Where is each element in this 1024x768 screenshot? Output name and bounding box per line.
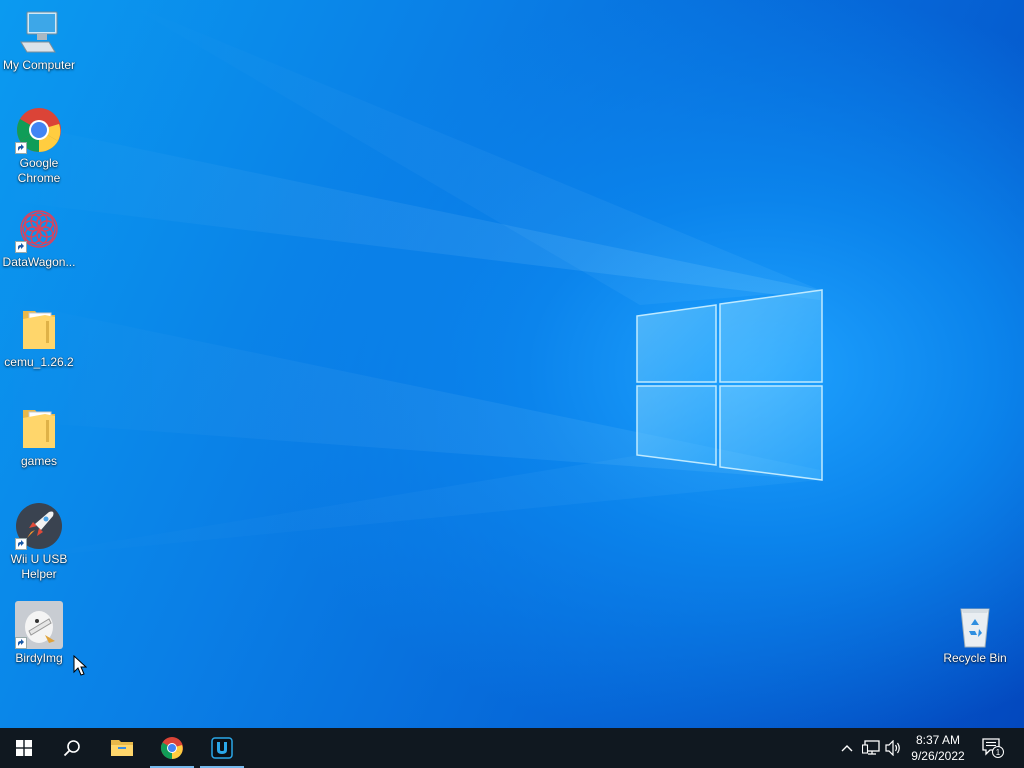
desktop-icon-games-folder[interactable]: games [0, 404, 78, 469]
rocket-icon [15, 502, 63, 550]
clock-date: 9/26/2022 [911, 749, 965, 763]
notification-count: 1 [996, 748, 1001, 757]
desktop-icon-birdyimg[interactable]: BirdyImg [0, 601, 78, 666]
folder-icon [111, 740, 133, 756]
datawagon-icon [15, 205, 63, 253]
desktop-icon-label: Recycle Bin [943, 651, 1007, 665]
shortcut-arrow-icon [15, 637, 27, 649]
windows-logo-wallpaper [636, 289, 823, 481]
taskbar-wii-u-usb-helper-button[interactable] [198, 728, 246, 768]
wallpaper [0, 0, 823, 560]
volume-tray-button[interactable] [883, 728, 905, 768]
taskbar: 8:37 AM 9/26/2022 1 [0, 728, 1024, 768]
desktop-icon-label: cemu_1.26.2 [4, 355, 74, 369]
chevron-up-icon [841, 745, 853, 752]
taskbar-file-explorer-button[interactable] [98, 728, 146, 768]
taskbar-chrome-button[interactable] [148, 728, 196, 768]
desktop-icon-google-chrome[interactable]: Google Chrome [0, 106, 78, 186]
chrome-icon [15, 106, 63, 154]
recycle-bin-icon [951, 601, 999, 649]
desktop-icon-label: DataWagon... [2, 255, 76, 269]
show-hidden-icons-button[interactable] [836, 728, 858, 768]
shortcut-arrow-icon [15, 142, 27, 154]
shortcut-arrow-icon [15, 538, 27, 550]
desktop-icon-label: My Computer [2, 58, 76, 72]
folder-icon [15, 404, 63, 452]
desktop: My Computer Google Chrome DataWagon... c… [0, 0, 1024, 728]
u-icon [211, 737, 233, 759]
desktop-icon-my-computer[interactable]: My Computer [0, 8, 78, 73]
clock-time: 8:37 AM [915, 733, 961, 747]
network-tray-button[interactable] [860, 728, 882, 768]
desktop-icon-datawagon[interactable]: DataWagon... [0, 205, 78, 270]
action-center-button[interactable]: 1 [981, 728, 1005, 768]
windows-logo-icon [16, 740, 32, 756]
search-button[interactable] [48, 728, 96, 768]
computer-icon [15, 8, 63, 56]
mouse-cursor-icon [73, 655, 87, 676]
search-icon [63, 740, 80, 757]
birdyimg-icon [15, 601, 63, 649]
chrome-icon [161, 737, 183, 759]
desktop-icon-label: Google Chrome [17, 156, 61, 185]
desktop-icon-label: Wii U USB Helper [10, 552, 68, 581]
taskbar-clock[interactable]: 8:37 AM 9/26/2022 [906, 728, 970, 768]
notification-icon: 1 [982, 738, 1004, 758]
volume-icon [885, 740, 900, 756]
shortcut-arrow-icon [15, 241, 27, 253]
start-button[interactable] [0, 728, 48, 768]
desktop-icon-wii-u-usb-helper[interactable]: Wii U USB Helper [0, 502, 78, 582]
desktop-icon-recycle-bin[interactable]: Recycle Bin [936, 601, 1014, 666]
network-icon [862, 740, 880, 755]
desktop-icon-label: BirdyImg [15, 651, 63, 665]
desktop-icon-cemu-folder[interactable]: cemu_1.26.2 [0, 305, 78, 370]
folder-icon [15, 305, 63, 353]
desktop-icon-label: games [20, 454, 58, 468]
